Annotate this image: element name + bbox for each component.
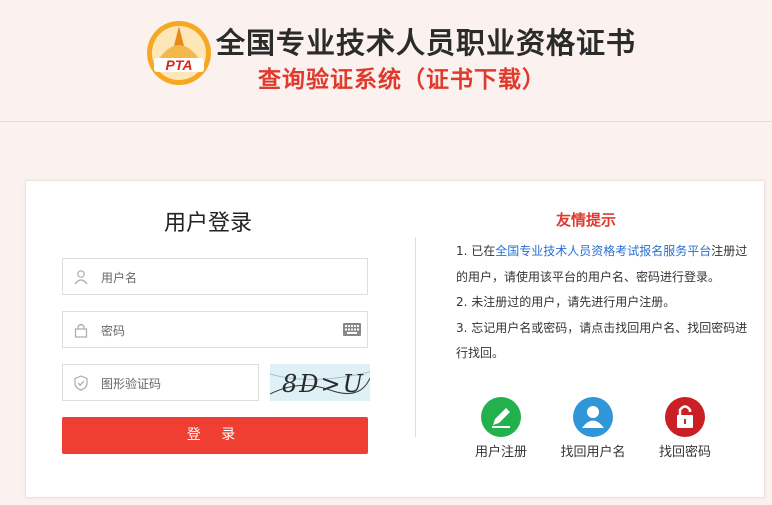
recover-username-button[interactable]: 找回用户名 [551, 397, 635, 460]
captcha-placeholder: 图形验证码 [101, 377, 162, 391]
captcha-image[interactable]: 8D>U [270, 364, 370, 401]
pta-logo: PTA [147, 21, 211, 85]
tip-item: 1. 已在全国专业技术人员资格考试报名服务平台注册过的用户，请使用该平台的用户名… [456, 244, 748, 284]
login-button[interactable]: 登 录 [62, 417, 368, 454]
login-card: 用户登录 用户名 密码 图形验证码 8D>U 登 录 友情提示 1. 已在全国专… [25, 180, 765, 498]
captcha-text: 8D>U [282, 370, 365, 398]
page-title: 全国专业技术人员职业资格证书 [216, 26, 637, 60]
recover-password-button[interactable]: 找回密码 [643, 397, 727, 460]
login-title: 用户登录 [164, 211, 253, 236]
lock-icon [665, 397, 705, 437]
pencil-icon [481, 397, 521, 437]
recover-username-label: 找回用户名 [560, 445, 626, 460]
user-icon [573, 397, 613, 437]
password-field[interactable]: 密码 [62, 311, 368, 348]
register-label: 用户注册 [474, 445, 527, 460]
username-placeholder: 用户名 [101, 271, 138, 285]
tip-item: 2. 未注册过的用户，请先进行用户注册。 [456, 295, 676, 310]
username-field[interactable]: 用户名 [62, 258, 368, 295]
divider [415, 237, 416, 437]
password-placeholder: 密码 [101, 324, 126, 338]
page-subtitle: 查询验证系统（证书下载） [258, 67, 546, 93]
recover-password-label: 找回密码 [658, 445, 711, 460]
user-icon [74, 270, 88, 285]
page-header: PTA 全国专业技术人员职业资格证书 查询验证系统（证书下载） [0, 0, 772, 122]
tips-list: 1. 已在全国专业技术人员资格考试报名服务平台注册过的用户，请使用该平台的用户名… [456, 239, 748, 367]
keyboard-icon[interactable] [343, 323, 361, 336]
tips-title: 友情提示 [556, 211, 617, 229]
lock-icon [74, 323, 88, 338]
logo-text: PTA [166, 57, 193, 73]
tip-item: 3. 忘记用户名或密码，请点击找回用户名、找回密码进行找回。 [456, 320, 748, 361]
shield-icon [74, 375, 88, 391]
captcha-field[interactable]: 图形验证码 [62, 364, 259, 401]
platform-link[interactable]: 全国专业技术人员资格考试报名服务平台 [495, 244, 711, 258]
register-button[interactable]: 用户注册 [459, 397, 543, 460]
